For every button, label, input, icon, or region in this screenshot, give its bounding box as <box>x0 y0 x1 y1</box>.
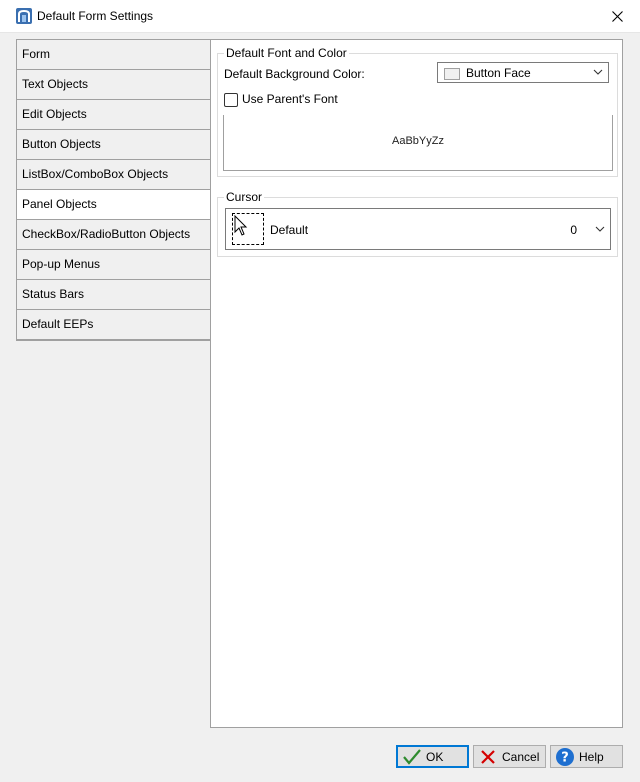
help-label: Help <box>579 749 604 764</box>
title-bar: Default Form Settings <box>0 0 640 33</box>
background-color-value: Button Face <box>466 66 531 80</box>
font-color-group: Default Font and Color Default Backgroun… <box>217 46 618 177</box>
use-parent-font-checkbox[interactable] <box>224 93 238 107</box>
sidebar-item-text-objects[interactable]: Text Objects <box>17 70 211 100</box>
cursor-preview <box>232 213 264 245</box>
cancel-label: Cancel <box>502 749 540 764</box>
use-parent-font-label[interactable]: Use Parent's Font <box>242 92 338 106</box>
x-icon <box>478 747 498 767</box>
ok-label: OK <box>426 749 444 764</box>
settings-category-list: Form Text Objects Edit Objects Button Ob… <box>16 39 211 341</box>
checkmark-icon <box>402 747 422 767</box>
sidebar-item-default-eeps[interactable]: Default EEPs <box>17 310 211 340</box>
cursor-name: Default <box>270 223 309 237</box>
question-icon: ? <box>555 747 575 767</box>
sidebar-item-button-objects[interactable]: Button Objects <box>17 130 211 160</box>
sidebar-item-edit-objects[interactable]: Edit Objects <box>17 100 211 130</box>
font-preview-text: AaBbYyZz <box>392 135 444 147</box>
sidebar-item-panel-objects[interactable]: Panel Objects <box>17 190 211 220</box>
chevron-down-icon <box>593 69 603 75</box>
help-button[interactable]: ? Help <box>550 745 623 768</box>
color-swatch <box>444 68 460 80</box>
svg-text:?: ? <box>561 750 569 765</box>
font-preview-box: AaBbYyZz <box>223 115 613 171</box>
close-icon <box>611 10 623 22</box>
cursor-select[interactable]: Default 0 <box>225 208 611 250</box>
sidebar-item-popup-menus[interactable]: Pop-up Menus <box>17 250 211 280</box>
sidebar-item-form[interactable]: Form <box>17 40 211 70</box>
font-color-group-legend: Default Font and Color <box>224 46 349 60</box>
background-color-select[interactable]: Button Face <box>437 62 609 83</box>
cursor-group: Cursor Default 0 <box>217 190 618 257</box>
window-title: Default Form Settings <box>37 9 154 23</box>
sidebar-item-listbox-combobox-objects[interactable]: ListBox/ComboBox Objects <box>17 160 211 190</box>
cursor-value: 0 <box>570 223 577 237</box>
arrow-cursor-icon <box>234 215 248 236</box>
form-app-icon <box>16 8 32 24</box>
cancel-button[interactable]: Cancel <box>473 745 546 768</box>
ok-button[interactable]: OK <box>396 745 469 768</box>
sidebar-item-checkbox-radiobutton-objects[interactable]: CheckBox/RadioButton Objects <box>17 220 211 250</box>
settings-content-panel: Default Font and Color Default Backgroun… <box>210 39 623 728</box>
close-button[interactable] <box>594 0 640 32</box>
background-color-label: Default Background Color: <box>224 67 365 81</box>
sidebar-item-status-bars[interactable]: Status Bars <box>17 280 211 310</box>
cursor-group-legend: Cursor <box>224 190 265 204</box>
chevron-down-icon <box>595 226 605 232</box>
